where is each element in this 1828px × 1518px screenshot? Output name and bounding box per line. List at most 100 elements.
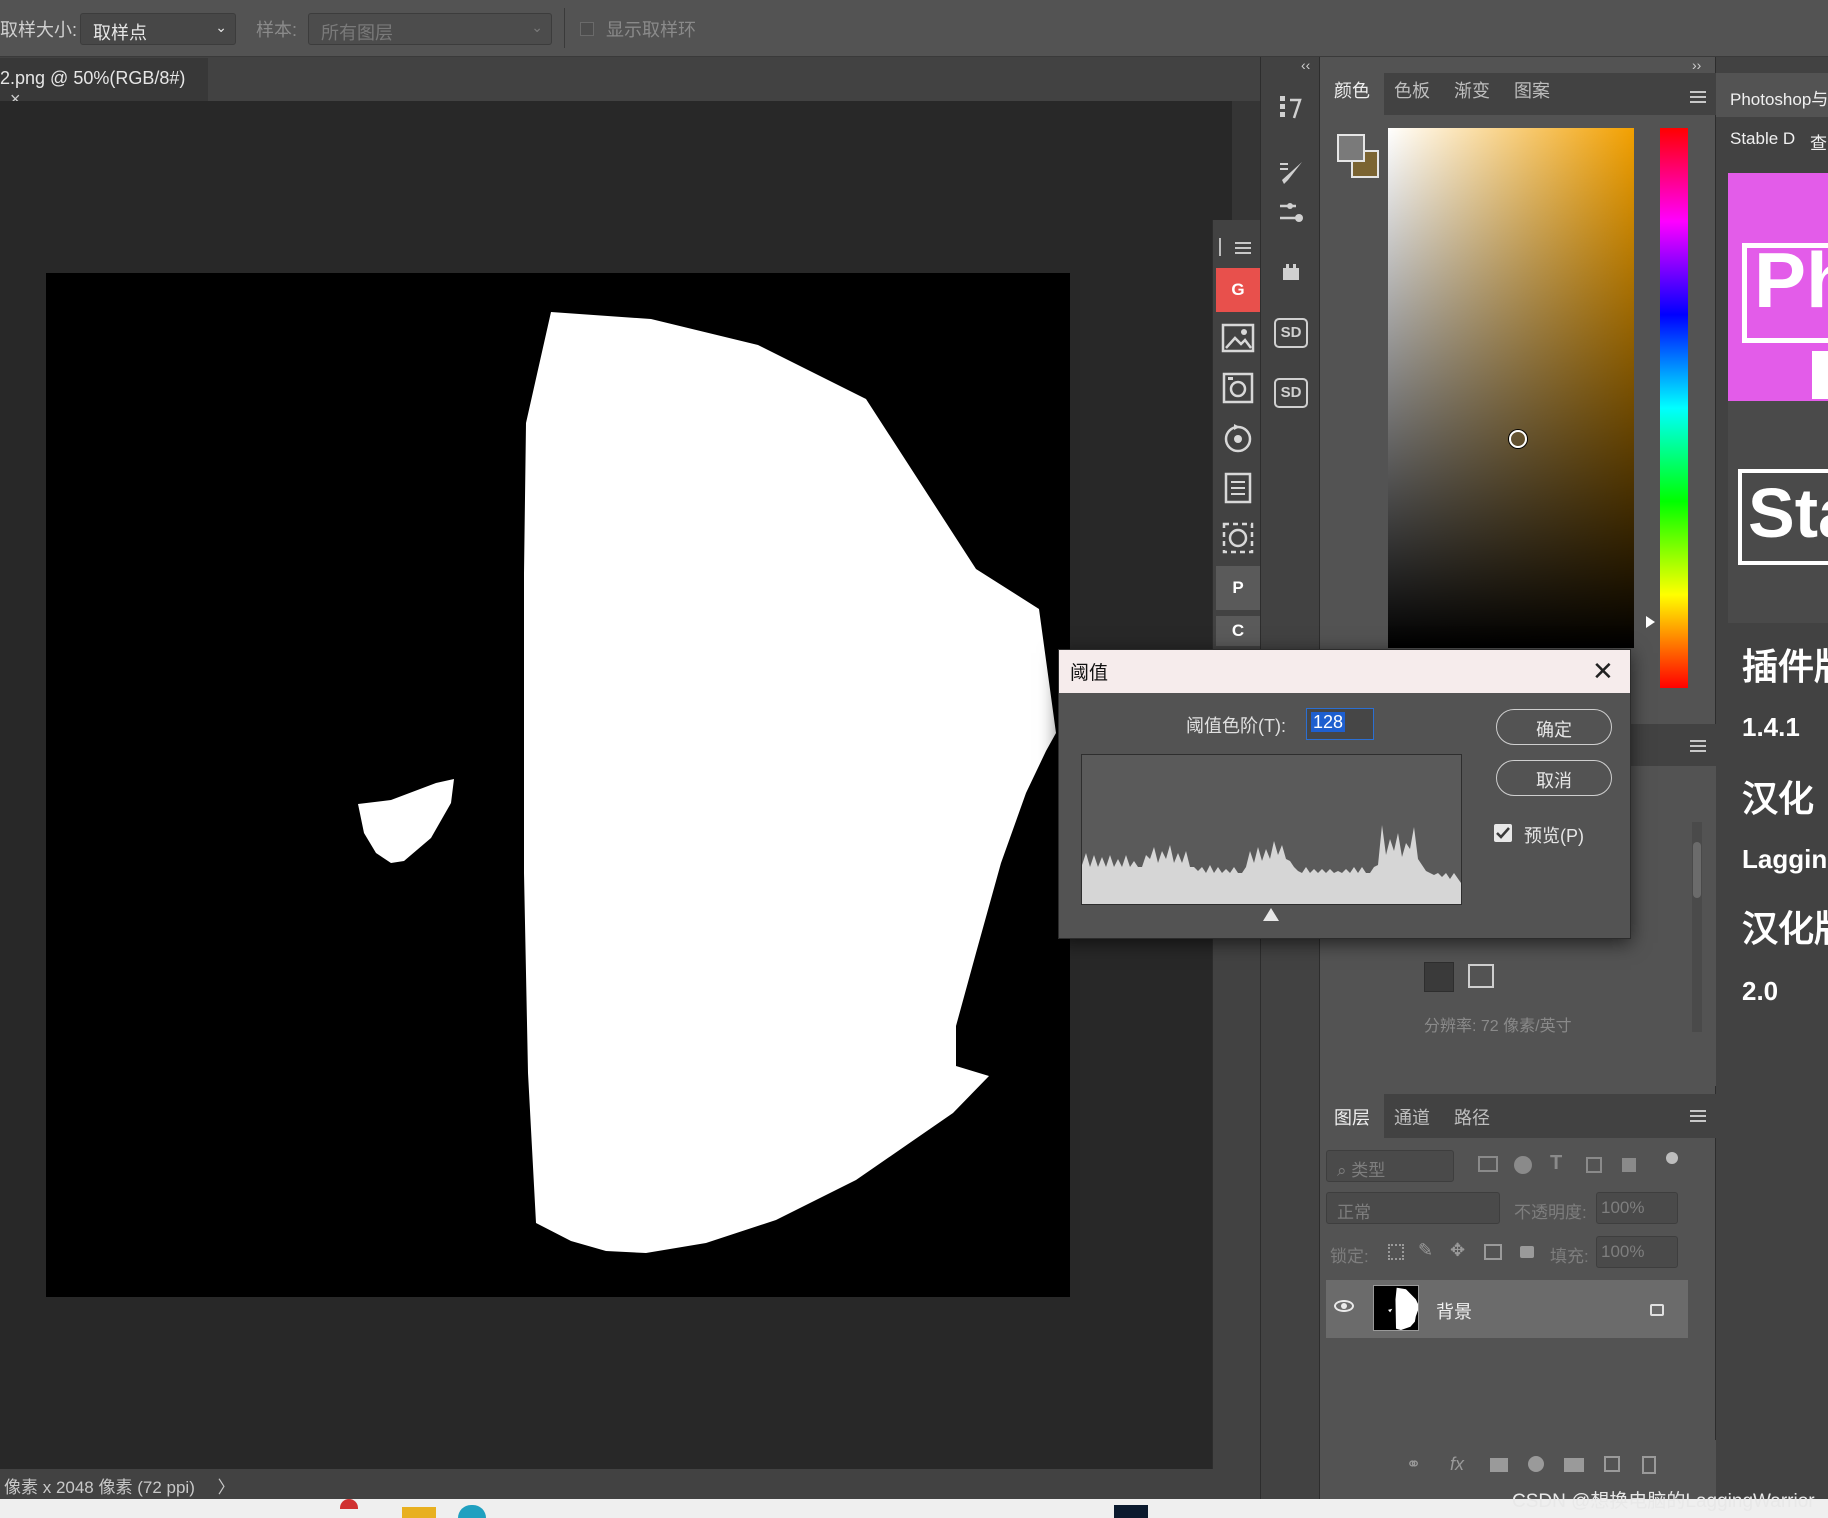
preview-label[interactable]: 预览(P) [1524, 822, 1584, 848]
refresh-icon[interactable] [1216, 416, 1260, 460]
options-bar: 取样大小: 取样点 ⌄ 样本: 所有图层 ⌄ 显示取样环 [0, 0, 1828, 57]
filter-type-icon[interactable]: T [1550, 1152, 1562, 1175]
chevron-down-icon: ⌄ [215, 19, 227, 35]
plugin-line-2: 1.4.1 [1742, 712, 1800, 742]
banner-bar [1812, 351, 1828, 399]
filter-smart-object-icon[interactable] [1622, 1158, 1636, 1172]
lock-move-icon[interactable]: ✥ [1450, 1240, 1465, 1261]
sd-plugin-button-2[interactable]: SD [1269, 373, 1313, 413]
show-ring-checkbox[interactable] [580, 22, 594, 36]
dialog-titlebar[interactable] [1059, 650, 1630, 693]
hue-slider-handle[interactable] [1646, 616, 1655, 628]
new-layer-icon[interactable] [1604, 1456, 1620, 1472]
tab-swatches[interactable]: 色板 [1394, 77, 1430, 103]
ok-button[interactable]: 确定 [1496, 709, 1612, 745]
layer-name[interactable]: 背景 [1436, 1298, 1472, 1324]
filter-toggle-icon[interactable] [1666, 1152, 1678, 1164]
preview-checkbox[interactable] [1494, 824, 1512, 842]
collapse-left-icon[interactable]: ‹‹ [1301, 57, 1310, 73]
collapse-right-icon[interactable]: ›› [1692, 57, 1701, 73]
layers-menu-icon[interactable] [1690, 1110, 1706, 1122]
plugin-subtab-view[interactable]: 查 [1810, 129, 1827, 154]
landscape-orientation-icon[interactable] [1468, 964, 1494, 988]
lock-transparent-icon[interactable] [1388, 1244, 1404, 1260]
tab-layers[interactable]: 图层 [1320, 1094, 1384, 1138]
close-icon[interactable]: ✕ [1592, 656, 1614, 687]
tab-color[interactable]: 颜色 [1334, 77, 1370, 103]
document-tab[interactable]: 2.png @ 50%(RGB/8#) × [0, 58, 208, 109]
threshold-level-input[interactable]: 128 [1306, 708, 1374, 740]
plugin-p-button[interactable]: P [1216, 566, 1260, 610]
plugin-panel-title: Photoshop与 [1730, 90, 1828, 109]
banner-sta-text: Sta [1748, 474, 1828, 552]
sample-size-value: 取样点 [93, 23, 147, 43]
photoshop-icon[interactable] [1114, 1505, 1148, 1518]
tab-channels[interactable]: 通道 [1380, 1094, 1444, 1138]
opacity-field[interactable]: 100% [1596, 1192, 1678, 1224]
eye-icon[interactable] [1334, 1300, 1354, 1312]
trash-icon[interactable] [1642, 1456, 1656, 1474]
document-canvas[interactable] [46, 273, 1070, 1297]
image-icon[interactable] [1216, 316, 1260, 360]
plugin-line-6: 2.0 [1742, 976, 1779, 1006]
sample-label: 样本: [256, 20, 298, 40]
sd-plugin-button-1[interactable]: SD [1269, 313, 1313, 353]
portrait-orientation-icon[interactable] [1424, 962, 1454, 992]
lock-paint-icon[interactable]: ✎ [1418, 1240, 1433, 1261]
fx-icon[interactable]: fx [1450, 1454, 1464, 1475]
document-tab-title: 2.png @ 50%(RGB/8#) [0, 68, 186, 88]
menu-icon[interactable] [1235, 242, 1251, 254]
filter-adjustment-icon[interactable] [1514, 1156, 1532, 1174]
properties-menu-icon[interactable] [1690, 740, 1706, 752]
watermark: CSDN @想换电脑的LaggingWarrior [1512, 1491, 1815, 1512]
plugin-icon[interactable] [1269, 253, 1313, 293]
link-icon[interactable]: ⚭ [1406, 1454, 1421, 1475]
tab-paths[interactable]: 路径 [1440, 1094, 1504, 1138]
foreground-color-swatch[interactable] [1337, 134, 1365, 162]
filter-shape-icon[interactable] [1586, 1157, 1602, 1173]
divider [564, 8, 565, 48]
folder-icon[interactable] [402, 1507, 436, 1518]
color-field[interactable] [1388, 128, 1634, 648]
brush-settings-icon[interactable] [1269, 153, 1313, 193]
lock-label: 锁定: [1330, 1247, 1369, 1266]
edge-icon[interactable] [458, 1505, 486, 1518]
hue-slider[interactable] [1660, 128, 1688, 688]
plugin-subtab-stable[interactable]: Stable D [1730, 129, 1795, 149]
dialog-title: 阈值 [1070, 663, 1109, 684]
threshold-slider-handle[interactable] [1263, 908, 1279, 921]
properties-scrollbar[interactable] [1692, 822, 1702, 1032]
tab-patterns[interactable]: 图案 [1514, 77, 1550, 103]
filter-pixel-icon[interactable] [1478, 1156, 1498, 1172]
fill-label: 填充: [1550, 1247, 1589, 1266]
adjustment-layer-icon[interactable] [1528, 1456, 1544, 1472]
history-icon[interactable] [1269, 87, 1313, 127]
fill-field[interactable]: 100% [1596, 1236, 1678, 1268]
tab-gradients[interactable]: 渐变 [1454, 77, 1490, 103]
blend-mode-select[interactable]: 正常 [1326, 1192, 1500, 1224]
plugin-line-4: Lagging [1742, 844, 1828, 874]
sample-select[interactable]: 所有图层 ⌄ [308, 13, 552, 45]
brush-presets-icon[interactable] [1269, 193, 1313, 233]
scroll-thumb[interactable] [1693, 842, 1701, 898]
cancel-button[interactable]: 取消 [1496, 760, 1612, 796]
camera-icon[interactable] [1216, 366, 1260, 410]
add-mask-icon[interactable] [1490, 1458, 1508, 1472]
plugin-c-button[interactable]: C [1216, 616, 1260, 646]
layer-lock-icon [1650, 1304, 1664, 1316]
chevron-right-icon[interactable]: 〉 [218, 1478, 235, 1497]
lock-all-icon[interactable] [1520, 1246, 1534, 1258]
panel-menu-icon[interactable] [1690, 91, 1706, 103]
threshold-level-value: 128 [1311, 712, 1346, 732]
target-icon[interactable] [1216, 516, 1260, 560]
plugin-g-button[interactable]: G [1216, 268, 1260, 312]
threshold-level-label: 阈值色阶(T): [1186, 716, 1286, 736]
plugin-banner: Ph Sta [1728, 173, 1828, 623]
group-folder-icon[interactable] [1564, 1458, 1584, 1472]
lock-artboard-icon[interactable] [1484, 1244, 1502, 1260]
color-picker-cursor[interactable] [1509, 430, 1527, 448]
document-icon[interactable] [1216, 466, 1260, 510]
sample-size-select[interactable]: 取样点 ⌄ [80, 13, 236, 45]
banner-ph-text: Ph [1754, 236, 1828, 324]
layer-filter-select[interactable]: ⌕ 类型 [1326, 1150, 1454, 1182]
